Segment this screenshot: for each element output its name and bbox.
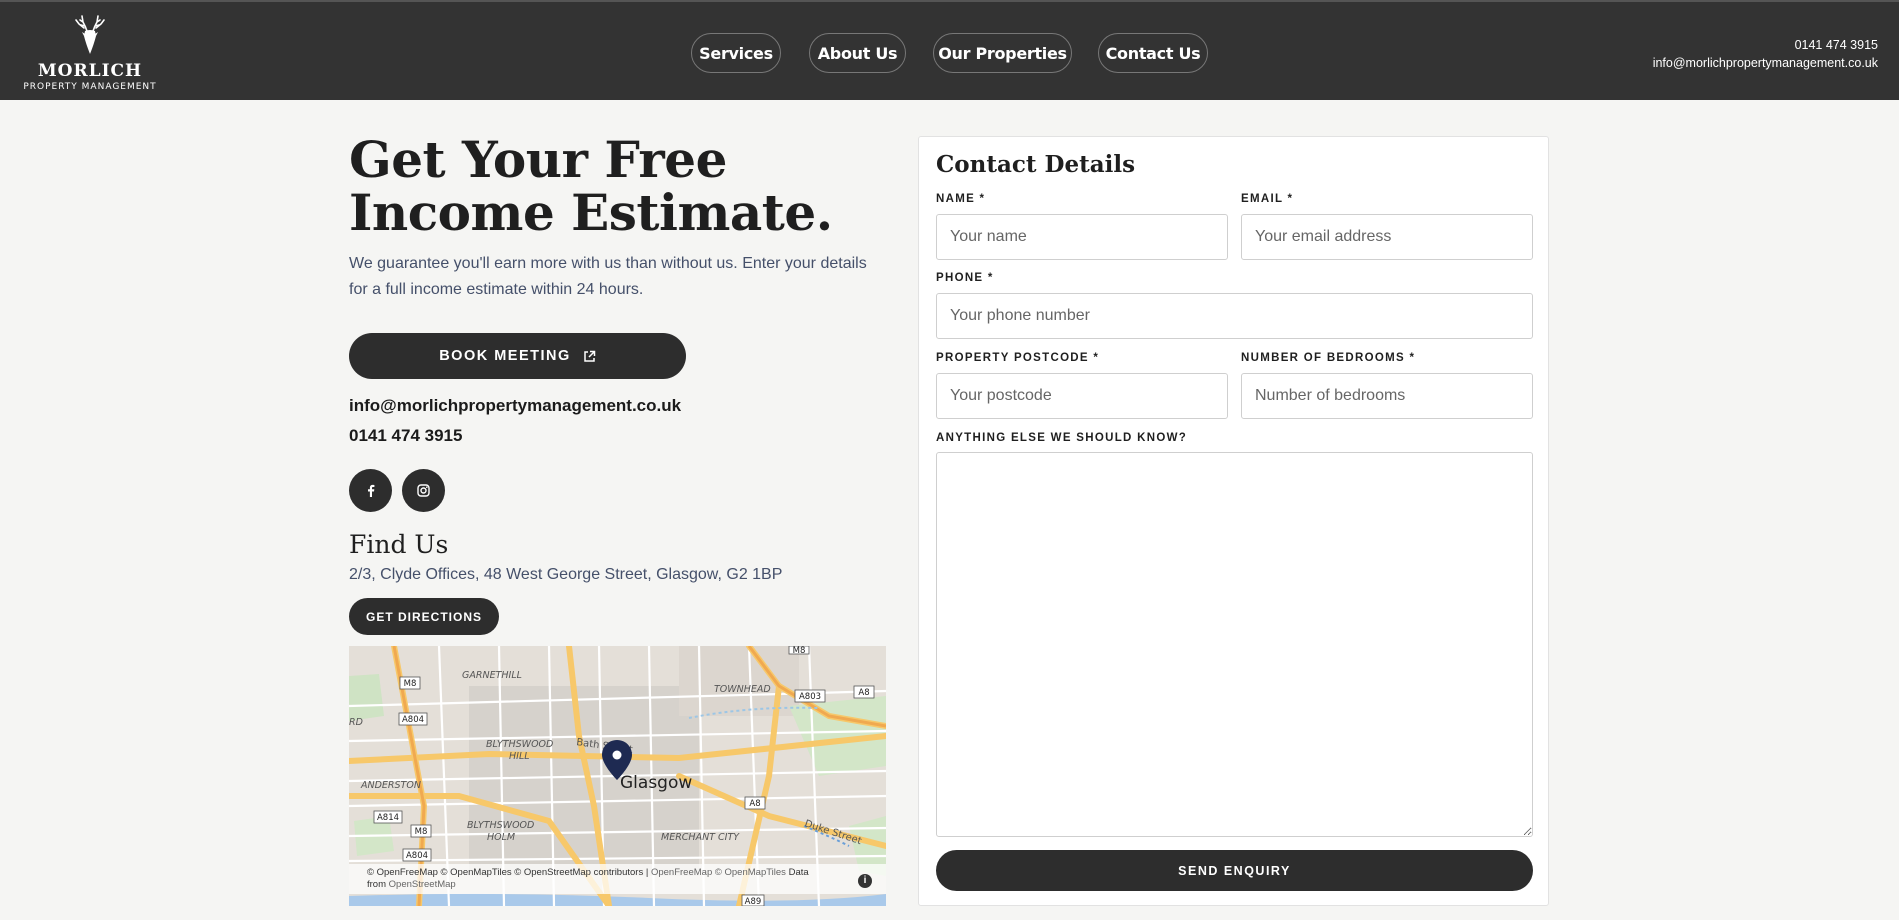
page-title: Get Your Free Income Estimate. (349, 133, 909, 239)
shield-m8-bottom: M8 (415, 827, 428, 837)
form-title: Contact Details (936, 151, 1136, 178)
map-label-garnethill: GARNETHILL (462, 670, 522, 681)
attribution-data-text: Data (785, 867, 809, 878)
send-enquiry-button[interactable]: SEND ENQUIRY (936, 850, 1533, 891)
map-label-anderston: ANDERSTON (360, 780, 421, 791)
shield-a8-right: A8 (858, 688, 869, 698)
notes-textarea[interactable] (936, 452, 1533, 837)
main-nav: Services About Us Our Properties Contact… (0, 33, 1899, 73)
external-link-icon (584, 350, 596, 362)
attribution-openfreemap-link[interactable]: OpenFreeMap © OpenMapTiles (651, 867, 786, 878)
location-map[interactable]: GARNETHILL TOWNHEAD BLYTHSWOOD HILL ANDE… (349, 646, 886, 906)
email-input[interactable] (1241, 214, 1533, 260)
bedrooms-label: NUMBER OF BEDROOMS * (1241, 352, 1416, 364)
name-input[interactable] (936, 214, 1228, 260)
shield-m8-top-right: M8 (793, 646, 806, 656)
map-attribution: © OpenFreeMap © OpenMapTiles © OpenStree… (349, 864, 886, 894)
map-label-rd: RD (349, 717, 363, 728)
logo-subtitle: PROPERTY MANAGEMENT (23, 82, 157, 92)
nav-contact-us[interactable]: Contact Us (1098, 33, 1208, 73)
attribution-from-text: from (367, 879, 389, 890)
site-header: MORLICH PROPERTY MANAGEMENT Services Abo… (0, 0, 1899, 100)
attribution-text[interactable]: © OpenFreeMap © OpenMapTiles © OpenStree… (367, 867, 643, 878)
map-info-icon[interactable]: i (858, 874, 872, 888)
office-address: 2/3, Clyde Offices, 48 West George Stree… (349, 566, 783, 583)
map-label-blythswood-holm-1: BLYTHSWOOD (467, 820, 534, 831)
instagram-button[interactable] (402, 469, 445, 512)
map-label-blythswood-holm-2: HOLM (487, 832, 515, 843)
nav-services[interactable]: Services (691, 33, 781, 73)
shield-a803: A803 (799, 692, 821, 702)
facebook-button[interactable] (349, 469, 392, 512)
contact-email-link[interactable]: info@morlichpropertymanagement.co.uk (349, 396, 681, 416)
contact-form-card: Contact Details NAME * EMAIL * PHONE * P… (918, 136, 1549, 906)
title-line-1: Get Your Free (349, 130, 727, 189)
book-meeting-button[interactable]: BOOK MEETING (349, 333, 686, 379)
map-label-townhead: TOWNHEAD (714, 684, 771, 695)
book-meeting-label: BOOK MEETING (439, 348, 571, 364)
map-label-blythswood-hill-1: BLYTHSWOOD (486, 739, 553, 750)
hero-subtitle: We guarantee you'll earn more with us th… (349, 255, 867, 298)
header-phone[interactable]: 0141 474 3915 (1653, 36, 1878, 54)
postcode-input[interactable] (936, 373, 1228, 419)
shield-a89: A89 (745, 897, 762, 906)
shield-a804-top: A804 (402, 715, 424, 725)
nav-about-us[interactable]: About Us (809, 33, 906, 73)
notes-label: ANYTHING ELSE WE SHOULD KNOW? (936, 432, 1188, 444)
title-line-2: Income Estimate. (349, 183, 833, 242)
shield-a804-bottom: A804 (406, 851, 428, 861)
instagram-icon (417, 484, 430, 497)
shield-a8-mid: A8 (749, 799, 760, 809)
facebook-icon (367, 484, 374, 497)
nav-our-properties[interactable]: Our Properties (933, 33, 1072, 73)
phone-input[interactable] (936, 293, 1533, 339)
shield-m8-top: M8 (404, 679, 417, 689)
shield-a814: A814 (377, 813, 399, 823)
map-label-glasgow: Glasgow (620, 773, 692, 793)
header-email[interactable]: info@morlichpropertymanagement.co.uk (1653, 54, 1878, 72)
postcode-label: PROPERTY POSTCODE * (936, 352, 1100, 364)
email-label: EMAIL * (1241, 193, 1294, 205)
name-label: NAME * (936, 193, 986, 205)
bedrooms-input[interactable] (1241, 373, 1533, 419)
map-label-blythswood-hill-2: HILL (509, 751, 530, 762)
attribution-osm-link[interactable]: OpenStreetMap (389, 879, 456, 890)
header-contact: 0141 474 3915 info@morlichpropertymanage… (1653, 36, 1878, 72)
get-directions-button[interactable]: GET DIRECTIONS (349, 598, 499, 635)
map-label-merchant-city: MERCHANT CITY (661, 832, 740, 843)
phone-label: PHONE * (936, 272, 994, 284)
find-us-heading: Find Us (349, 530, 449, 559)
contact-phone-link[interactable]: 0141 474 3915 (349, 426, 462, 446)
attribution-separator: | (643, 867, 651, 878)
